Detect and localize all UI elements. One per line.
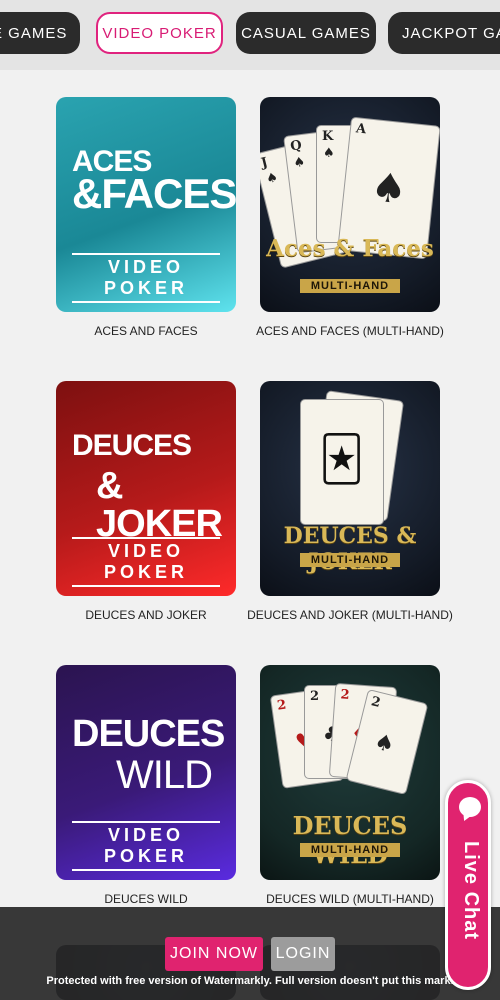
live-chat-label: Live Chat (460, 841, 482, 941)
thumb-title-line1: DEUCES (72, 429, 192, 462)
game-name[interactable]: ACES AND FACES (MULTI-HAND) (240, 324, 460, 338)
chat-bubble-icon (459, 797, 481, 817)
watermark-text: Protected with free version of Watermark… (46, 975, 454, 987)
game-thumbnail[interactable]: DEUCES & JOKER VIDEO POKER (56, 381, 236, 596)
thumb-subtitle: MULTI-HAND (300, 843, 400, 857)
thumb-title: DEUCES WILD (292, 811, 408, 869)
game-thumbnail[interactable]: 🃏 DEUCES & JOKER MULTI-HAND (260, 381, 440, 596)
thumb-title-line1: DEUCES (72, 713, 225, 755)
game-name[interactable]: ACES AND FACES (36, 324, 256, 338)
thumb-subtitle: VIDEO POKER (72, 253, 220, 303)
tab-jackpot-games[interactable]: JACKPOT GAM (388, 12, 500, 54)
game-name[interactable]: DEUCES AND JOKER (36, 608, 256, 622)
join-now-button[interactable]: JOIN NOW (165, 937, 263, 971)
thumb-subtitle: MULTI-HAND (300, 279, 400, 293)
thumb-title-line2: & JOKER (96, 465, 223, 545)
category-tab-bar: LE GAMES VIDEO POKER CASUAL GAMES JACKPO… (0, 0, 500, 70)
tab-video-poker[interactable]: VIDEO POKER (96, 12, 223, 54)
thumb-title-line2: &FACES (72, 170, 236, 217)
spade-icon: ♠ (368, 164, 410, 214)
live-chat-button[interactable]: Live Chat (445, 780, 491, 990)
thumb-title: DEUCES & JOKER (283, 523, 417, 575)
thumb-subtitle: VIDEO POKER (72, 537, 220, 587)
game-thumbnail[interactable]: 2♥ 2♣ 2♦ 2♠ DEUCES WILD MULTI-HAND (260, 665, 440, 880)
game-thumbnail[interactable]: DEUCES WILD VIDEO POKER (56, 665, 236, 880)
thumb-subtitle: MULTI-HAND (300, 553, 400, 567)
tab-table-games[interactable]: LE GAMES (0, 12, 80, 54)
login-button[interactable]: LOGIN (271, 937, 335, 971)
joker-card: 🃏 (300, 399, 384, 525)
thumb-title-line2: WILD (116, 753, 213, 797)
joker-icon: 🃏 (319, 434, 365, 485)
game-thumbnail[interactable]: ACES &FACES VIDEO POKER (56, 97, 236, 312)
game-name[interactable]: DEUCES WILD (MULTI-HAND) (240, 892, 460, 906)
tab-casual-games[interactable]: CASUAL GAMES (236, 12, 376, 54)
game-name[interactable]: DEUCES WILD (36, 892, 256, 906)
thumb-title: Aces & Faces (266, 235, 434, 262)
game-thumbnail[interactable]: J ♠ Q ♠ K ♠ A ♠ Aces & Faces MULTI-HAND (260, 97, 440, 312)
game-name[interactable]: DEUCES AND JOKER (MULTI-HAND) (240, 608, 460, 622)
thumb-subtitle: VIDEO POKER (72, 821, 220, 871)
